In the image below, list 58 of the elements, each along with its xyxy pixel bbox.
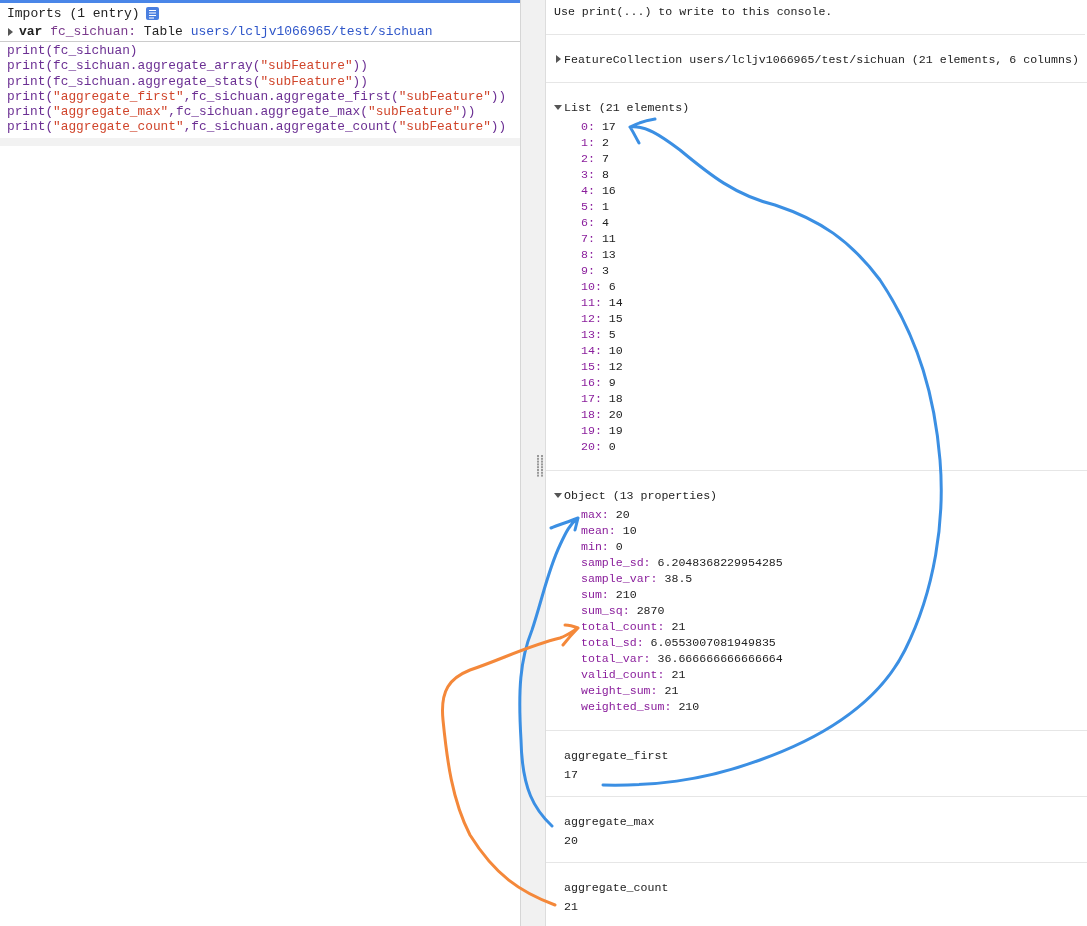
tree-label[interactable]: Object (13 properties) bbox=[564, 488, 718, 502]
property-row-text: mean: 10 bbox=[581, 523, 638, 539]
property-row-text: sample_var: 38.5 bbox=[581, 571, 694, 587]
property-row-text: total_sd: 6.0553007081949835 bbox=[581, 635, 777, 651]
output-label: aggregate_first bbox=[564, 748, 670, 764]
output-value: 17 bbox=[564, 767, 579, 783]
property-row-text: 5: 1 bbox=[581, 199, 610, 215]
imports-header: Imports (1 entry) bbox=[7, 6, 140, 21]
property-row-text: 4: 16 bbox=[581, 183, 617, 199]
property-row-text: 16: 9 bbox=[581, 375, 617, 391]
document-icon[interactable] bbox=[145, 7, 159, 20]
property-row-text: weight_sum: 21 bbox=[581, 683, 680, 699]
code-line: print(fc_sichuan) bbox=[7, 43, 139, 59]
property-row-text: 10: 6 bbox=[581, 279, 617, 295]
property-row-text: min: 0 bbox=[581, 539, 624, 555]
property-row-text: 9: 3 bbox=[581, 263, 610, 279]
property-row-text: total_var: 36.666666666666664 bbox=[581, 651, 784, 667]
property-row-text: 17: 18 bbox=[581, 391, 624, 407]
property-row-text: valid_count: 21 bbox=[581, 667, 687, 683]
collapse-triangle-icon[interactable] bbox=[554, 491, 562, 499]
code-line: print(fc_sichuan.aggregate_array("subFeature")) bbox=[7, 58, 369, 74]
import-line: var fc_sichuan: Table users/lcljv1066965/test/sichuan bbox=[19, 24, 433, 39]
property-row-text: 14: 10 bbox=[581, 343, 624, 359]
tree-label[interactable]: List (21 elements) bbox=[564, 100, 690, 114]
property-row-text: 0: 17 bbox=[581, 119, 617, 135]
property-row-text: 7: 11 bbox=[581, 231, 617, 247]
property-row-text: 2: 7 bbox=[581, 151, 610, 167]
property-row-text: sample_sd: 6.2048368229954285 bbox=[581, 555, 784, 571]
output-label: aggregate_count bbox=[564, 880, 670, 896]
property-row-text: 15: 12 bbox=[581, 359, 624, 375]
property-row-text: 13: 5 bbox=[581, 327, 617, 343]
property-row-text: sum_sq: 2870 bbox=[581, 603, 666, 619]
console-hint: Use print(...) to write to this console. bbox=[546, 0, 1085, 35]
property-row-text: 12: 15 bbox=[581, 311, 624, 327]
code-line: print(fc_sichuan.aggregate_stats("subFeature")) bbox=[7, 73, 369, 89]
property-row-text: weighted_sum: 210 bbox=[581, 699, 701, 715]
property-row-text: 6: 4 bbox=[581, 215, 610, 231]
property-row-text: max: 20 bbox=[581, 507, 631, 523]
code-line: print("aggregate_first",fc_sichuan.aggregate_first("subFeature")) bbox=[7, 88, 508, 105]
property-row-text: 18: 20 bbox=[581, 407, 624, 423]
expand-triangle-icon[interactable] bbox=[554, 55, 562, 63]
code-line: print("aggregate_count",fc_sichuan.aggregate_count("subFeature")) bbox=[7, 119, 508, 135]
output-value: 21 bbox=[564, 899, 579, 915]
property-row-text: 8: 13 bbox=[581, 247, 617, 263]
expand-triangle-icon[interactable] bbox=[7, 27, 13, 36]
property-row-text: 1: 2 bbox=[581, 135, 610, 151]
output-value: 20 bbox=[564, 833, 579, 849]
property-row-text: 20: 0 bbox=[581, 439, 617, 455]
property-row-text: sum: 210 bbox=[581, 587, 638, 603]
output-label: aggregate_max bbox=[564, 814, 656, 830]
resize-handle-icon[interactable] bbox=[537, 455, 543, 477]
code-line: print("aggregate_max",fc_sichuan.aggregate_max("subFeature")) bbox=[7, 104, 477, 120]
tree-label[interactable]: FeatureCollection users/lcljv1066965/test/sichuan (21 elements, 6 columns) bbox=[564, 52, 1079, 66]
property-row-text: 11: 14 bbox=[581, 295, 624, 311]
collapse-triangle-icon[interactable] bbox=[554, 103, 562, 111]
property-row-text: 3: 8 bbox=[581, 167, 610, 183]
property-row-text: total_count: 21 bbox=[581, 619, 687, 635]
property-row-text: 19: 19 bbox=[581, 423, 624, 439]
